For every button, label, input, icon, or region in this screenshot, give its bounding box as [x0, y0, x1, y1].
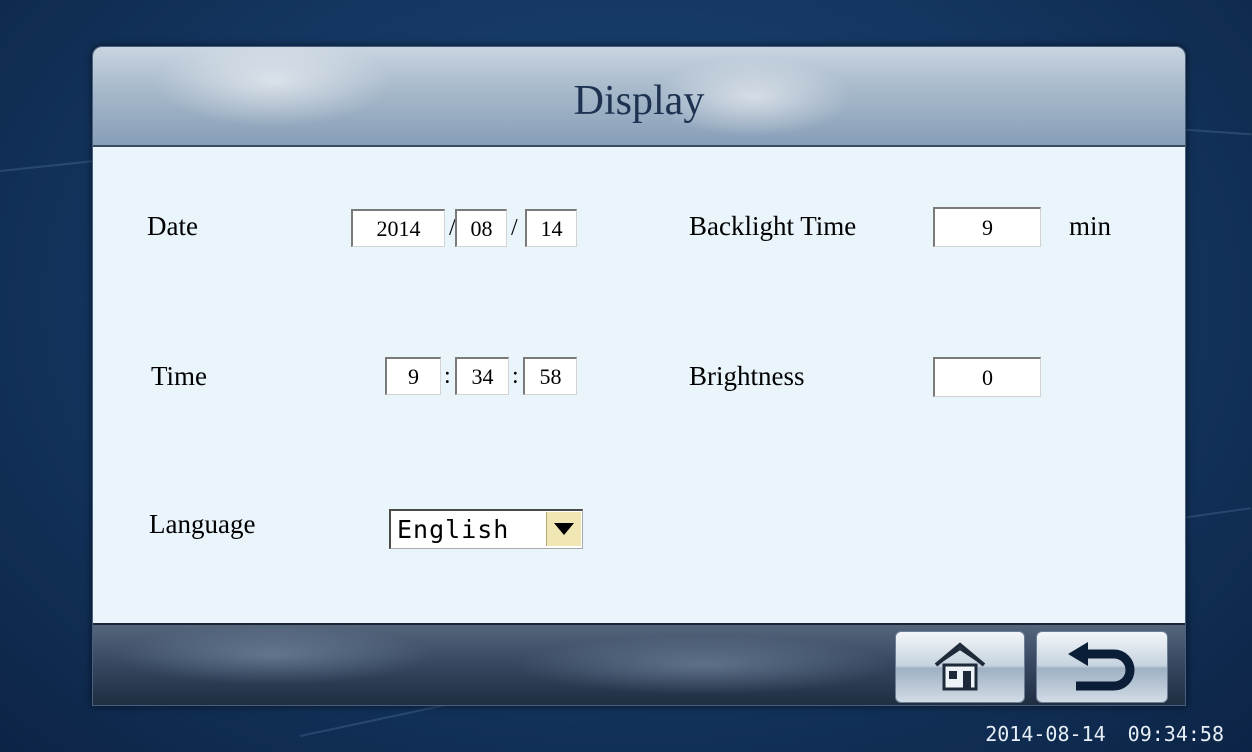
date-year-field[interactable]: 2014: [351, 209, 445, 247]
language-selected-value: English: [397, 515, 510, 544]
date-separator: /: [511, 215, 518, 241]
language-dropdown[interactable]: English: [389, 509, 583, 549]
brightness-label: Brightness: [689, 361, 805, 391]
backlight-unit-label: min: [1069, 211, 1112, 241]
language-label: Language: [149, 509, 256, 539]
status-date: 2014-08-14: [985, 722, 1106, 746]
backlight-time-field[interactable]: 9: [933, 207, 1041, 247]
settings-content: Date 2014 / 08 / 14 Time 9 : 34 : 58 Lan…: [93, 147, 1185, 623]
title-bar: Display: [93, 47, 1185, 147]
footer-bar: [93, 623, 1185, 705]
status-clock: 09:34:58: [1127, 722, 1224, 746]
return-arrow-icon: [1068, 642, 1135, 691]
time-separator: :: [444, 363, 451, 389]
time-second-field[interactable]: 58: [523, 357, 577, 395]
chevron-down-icon: [554, 523, 574, 535]
status-datetime: 2014-08-14 09:34:58: [985, 722, 1224, 746]
brightness-field[interactable]: 0: [933, 357, 1041, 397]
display-settings-panel: Display Date 2014 / 08 / 14 Time 9 : 34 …: [92, 46, 1186, 706]
dropdown-arrow-button[interactable]: [546, 512, 581, 546]
home-icon: [934, 642, 986, 691]
date-label: Date: [147, 211, 198, 241]
date-day-field[interactable]: 14: [525, 209, 577, 247]
time-separator: :: [512, 363, 519, 389]
date-month-field[interactable]: 08: [455, 209, 507, 247]
footer-glow: [113, 625, 433, 685]
page-title: Display: [573, 78, 705, 124]
home-button[interactable]: [895, 631, 1025, 703]
time-hour-field[interactable]: 9: [385, 357, 441, 395]
time-label: Time: [151, 361, 208, 391]
backlight-time-label: Backlight Time: [689, 211, 857, 241]
footer-glow: [513, 635, 893, 695]
time-minute-field[interactable]: 34: [455, 357, 509, 395]
back-button[interactable]: [1036, 631, 1168, 703]
